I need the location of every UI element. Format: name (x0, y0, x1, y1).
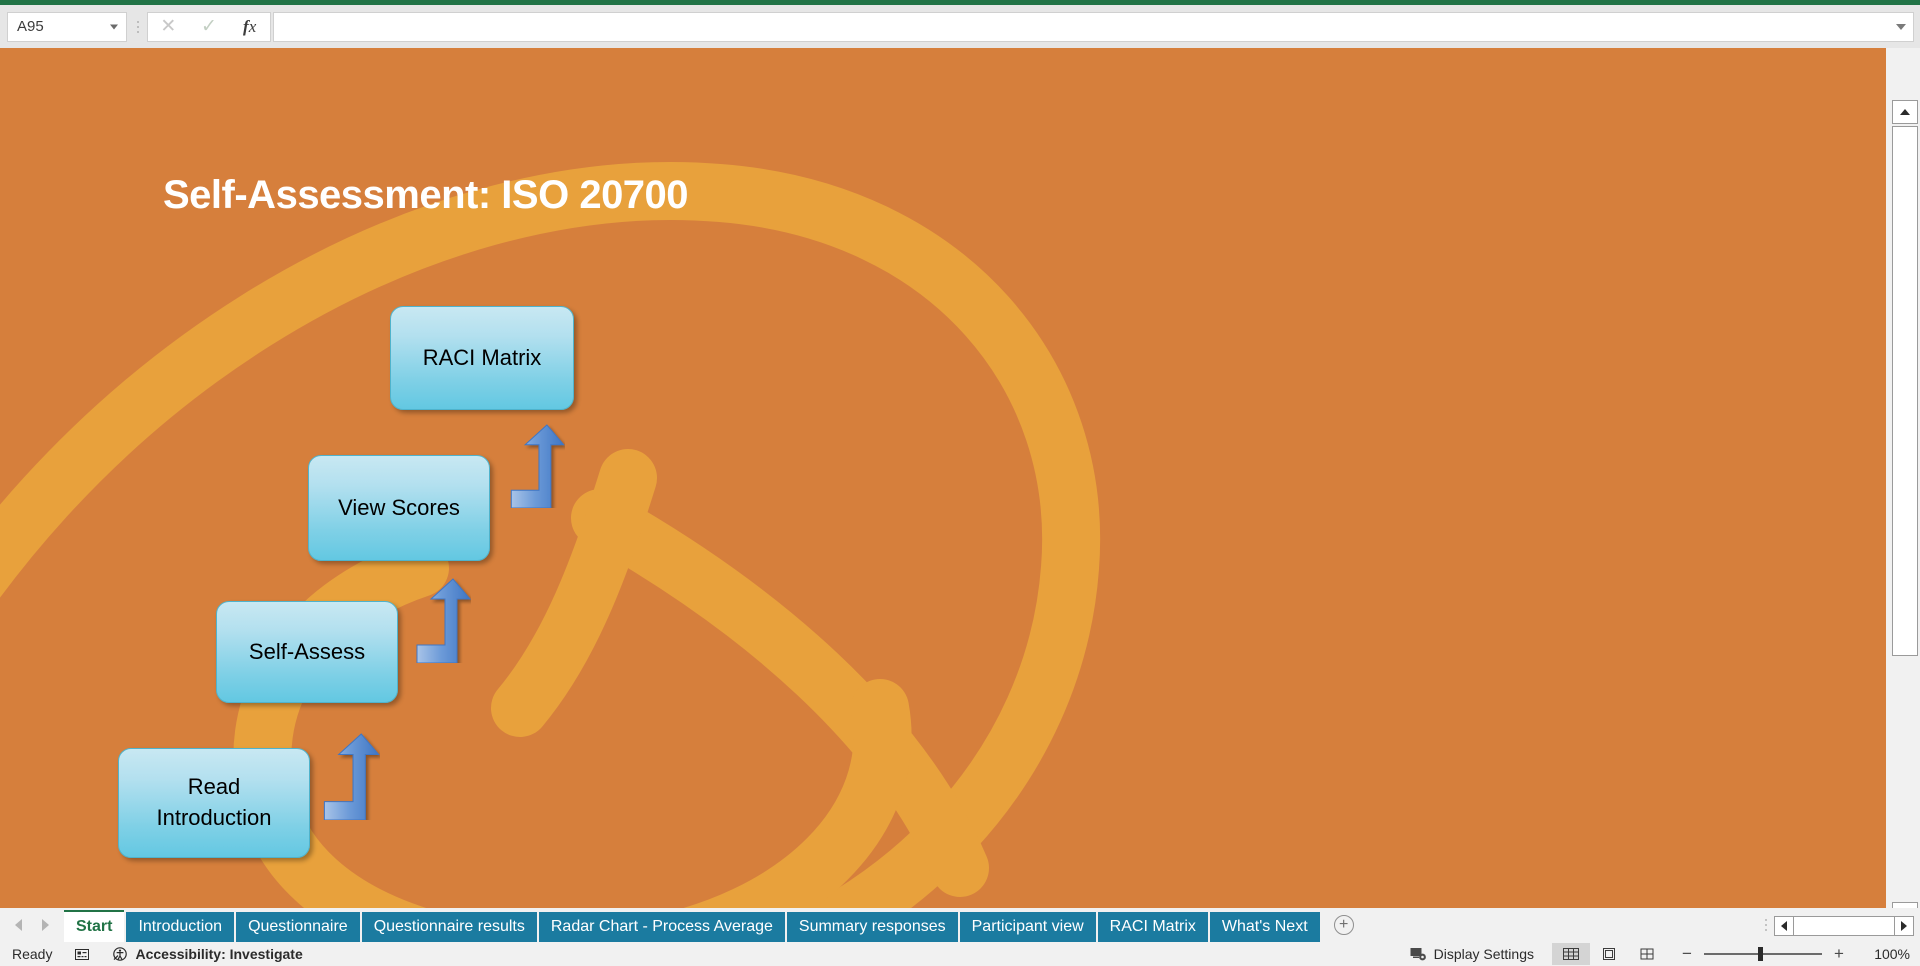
page-title: Self-Assessment: ISO 20700 (163, 173, 689, 217)
caret-up-icon (1900, 109, 1910, 115)
chevron-down-icon[interactable] (1896, 23, 1906, 30)
flow-box-read-introduction[interactable]: Read Introduction (118, 748, 310, 858)
zoom-slider-track (1704, 953, 1822, 955)
sheet-tab-label: What's Next (1221, 918, 1308, 935)
sheet-tab-questionnaire-results[interactable]: Questionnaire results (361, 912, 537, 942)
sheet-tab-label: Radar Chart - Process Average (550, 918, 773, 935)
insert-function-button[interactable]: fx (231, 13, 269, 41)
slide-area[interactable]: Self-Assessment: ISO 20700 RACI Matrix Vi… (0, 48, 1886, 908)
flow-box-label: View Scores (338, 494, 460, 520)
status-mode: Ready (12, 946, 53, 962)
grid-view-icon (1563, 948, 1579, 960)
caret-right-icon (1901, 921, 1907, 931)
accessibility-icon (113, 947, 128, 961)
horizontal-scrollbar-track[interactable] (1794, 916, 1894, 936)
sheet-tab-label: RACI Matrix (1109, 918, 1196, 935)
view-page-break-button[interactable] (1628, 943, 1666, 965)
name-box-value: A95 (17, 18, 44, 35)
zoom-in-button[interactable]: + (1832, 944, 1846, 964)
page-layout-icon (1603, 948, 1615, 960)
confirm-formula-button[interactable]: ✓ (190, 13, 228, 41)
sheet-tab-strip: Start Introduction Questionnaire Questionna… (0, 908, 1920, 942)
check-icon: ✓ (201, 16, 217, 37)
name-box[interactable]: A95 (7, 11, 127, 42)
tab-split-handle[interactable] (1758, 908, 1774, 942)
sheet-tab-label: Start (76, 918, 113, 935)
close-icon: ✕ (160, 16, 177, 37)
macro-record-icon (75, 949, 90, 960)
display-settings-label: Display Settings (1433, 946, 1534, 962)
cancel-formula-button[interactable]: ✕ (149, 13, 187, 41)
macro-record-button[interactable] (74, 946, 90, 962)
horizontal-scrollbar[interactable] (1774, 916, 1914, 936)
plus-icon: + (1333, 915, 1354, 935)
sheet-tab-label: Participant view (971, 918, 1084, 935)
sheet-tab-radar-chart-process-average[interactable]: Radar Chart - Process Average (538, 912, 785, 942)
status-bar: Ready Accessibility: Investigate Display… (0, 942, 1920, 966)
flow-box-label: Read Introduction (156, 774, 272, 830)
zoom-control: − + 100% (1680, 944, 1910, 964)
sheet-tab-start[interactable]: Start (64, 910, 125, 942)
flow-box-label: RACI Matrix (422, 344, 542, 370)
view-normal-button[interactable] (1552, 943, 1590, 965)
accessibility-button[interactable]: Accessibility: Investigate (112, 946, 303, 962)
formula-input[interactable] (273, 11, 1914, 42)
status-bar-right: Display Settings − + 100% (1388, 943, 1920, 965)
vertical-scrollbar[interactable] (1890, 96, 1920, 956)
bent-up-arrow-1 (323, 733, 380, 820)
sheet-tab-introduction[interactable]: Introduction (126, 912, 235, 942)
zoom-level-label[interactable]: 100% (1864, 946, 1910, 962)
bent-up-arrow-2 (416, 578, 471, 663)
zoom-slider-thumb[interactable] (1758, 947, 1763, 961)
formula-bar: A95 ✕ ✓ fx (0, 5, 1920, 48)
scroll-up-button[interactable] (1892, 100, 1918, 124)
zoom-out-button[interactable]: − (1680, 944, 1694, 964)
vertical-scrollbar-thumb[interactable] (1892, 126, 1918, 656)
sheet-tab-participant-view[interactable]: Participant view (959, 912, 1096, 942)
view-page-layout-button[interactable] (1590, 943, 1628, 965)
sheet-tab-what-s-next[interactable]: What's Next (1209, 912, 1320, 942)
sheet-tab-raci-matrix[interactable]: RACI Matrix (1097, 912, 1208, 942)
triangle-right-icon[interactable] (42, 919, 49, 931)
flow-box-self-assess[interactable]: Self-Assess (216, 601, 398, 703)
chevron-down-icon[interactable] (110, 24, 118, 29)
add-sheet-button[interactable]: + (1322, 908, 1366, 942)
hscroll-right-button[interactable] (1894, 916, 1914, 936)
display-settings-button[interactable]: Display Settings (1410, 946, 1534, 962)
sheet-tab-label: Introduction (138, 918, 223, 935)
accessibility-label: Accessibility: Investigate (135, 946, 303, 962)
sheet-nav-buttons (0, 908, 64, 942)
sheet-tab-summary-responses[interactable]: Summary responses (786, 912, 958, 942)
flow-box-raci-matrix[interactable]: RACI Matrix (390, 306, 574, 410)
flow-box-view-scores[interactable]: View Scores (308, 455, 490, 561)
zoom-slider[interactable] (1704, 947, 1822, 961)
sheet-tab-label: Questionnaire (248, 918, 348, 935)
name-box-resize-handle[interactable] (129, 12, 147, 42)
worksheet-canvas: Self-Assessment: ISO 20700 RACI Matrix Vi… (0, 48, 1920, 956)
display-settings-icon (1410, 948, 1426, 961)
sheet-tab-label: Questionnaire results (373, 918, 525, 935)
page-break-icon (1640, 948, 1654, 960)
hscroll-left-button[interactable] (1774, 916, 1794, 936)
caret-left-icon (1781, 921, 1787, 931)
bent-up-arrow-3 (510, 424, 565, 508)
sheet-tab-label: Summary responses (798, 918, 946, 935)
flow-box-label: Self-Assess (248, 638, 366, 664)
fx-icon: fx (243, 16, 257, 36)
sheet-tab-questionnaire[interactable]: Questionnaire (236, 912, 360, 942)
sheet-tabs: Start Introduction Questionnaire Questionna… (64, 908, 1322, 942)
formula-action-buttons: ✕ ✓ fx (147, 11, 271, 42)
triangle-left-icon[interactable] (15, 919, 22, 931)
